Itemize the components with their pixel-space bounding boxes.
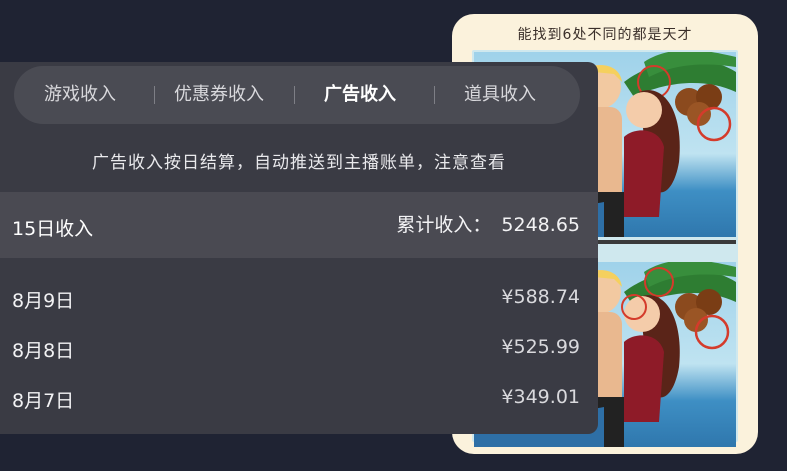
row-amount: ¥349.01 bbox=[501, 386, 580, 408]
revenue-panel: 游戏收入 优惠券收入 广告收入 道具收入 广告收入按日结算，自动推送到主播账单，… bbox=[0, 62, 598, 434]
tab-ad-revenue[interactable]: 广告收入 bbox=[324, 66, 396, 124]
row-date: 8月7日 bbox=[12, 390, 75, 412]
row-date: 8月9日 bbox=[12, 290, 75, 312]
period-label: 15日收入 bbox=[12, 218, 94, 240]
revenue-row: 8月8日 ¥525.99 bbox=[0, 324, 598, 374]
cumulative-label: 累计收入： bbox=[396, 214, 492, 236]
tab-item-revenue[interactable]: 道具收入 bbox=[464, 66, 536, 124]
revenue-tabs: 游戏收入 优惠券收入 广告收入 道具收入 bbox=[14, 66, 580, 124]
tab-coupon-revenue[interactable]: 优惠券收入 bbox=[174, 66, 264, 124]
revenue-row: 8月7日 ¥349.01 bbox=[0, 374, 598, 424]
cumulative-revenue: 累计收入： 5248.65 bbox=[396, 210, 580, 237]
tab-separator bbox=[154, 86, 155, 104]
cumulative-value: 5248.65 bbox=[501, 214, 580, 236]
revenue-row: 8月9日 ¥588.74 bbox=[0, 274, 598, 324]
tab-separator bbox=[294, 86, 295, 104]
tab-game-revenue[interactable]: 游戏收入 bbox=[44, 66, 116, 124]
game-title: 能找到6处不同的都是天才 bbox=[517, 27, 693, 43]
revenue-summary: 15日收入 累计收入： 5248.65 bbox=[0, 192, 598, 258]
settlement-notice: 广告收入按日结算，自动推送到主播账单，注意查看 bbox=[92, 153, 506, 173]
row-amount: ¥588.74 bbox=[501, 286, 580, 308]
row-date: 8月8日 bbox=[12, 340, 75, 362]
row-amount: ¥525.99 bbox=[501, 336, 580, 358]
tab-separator bbox=[434, 86, 435, 104]
